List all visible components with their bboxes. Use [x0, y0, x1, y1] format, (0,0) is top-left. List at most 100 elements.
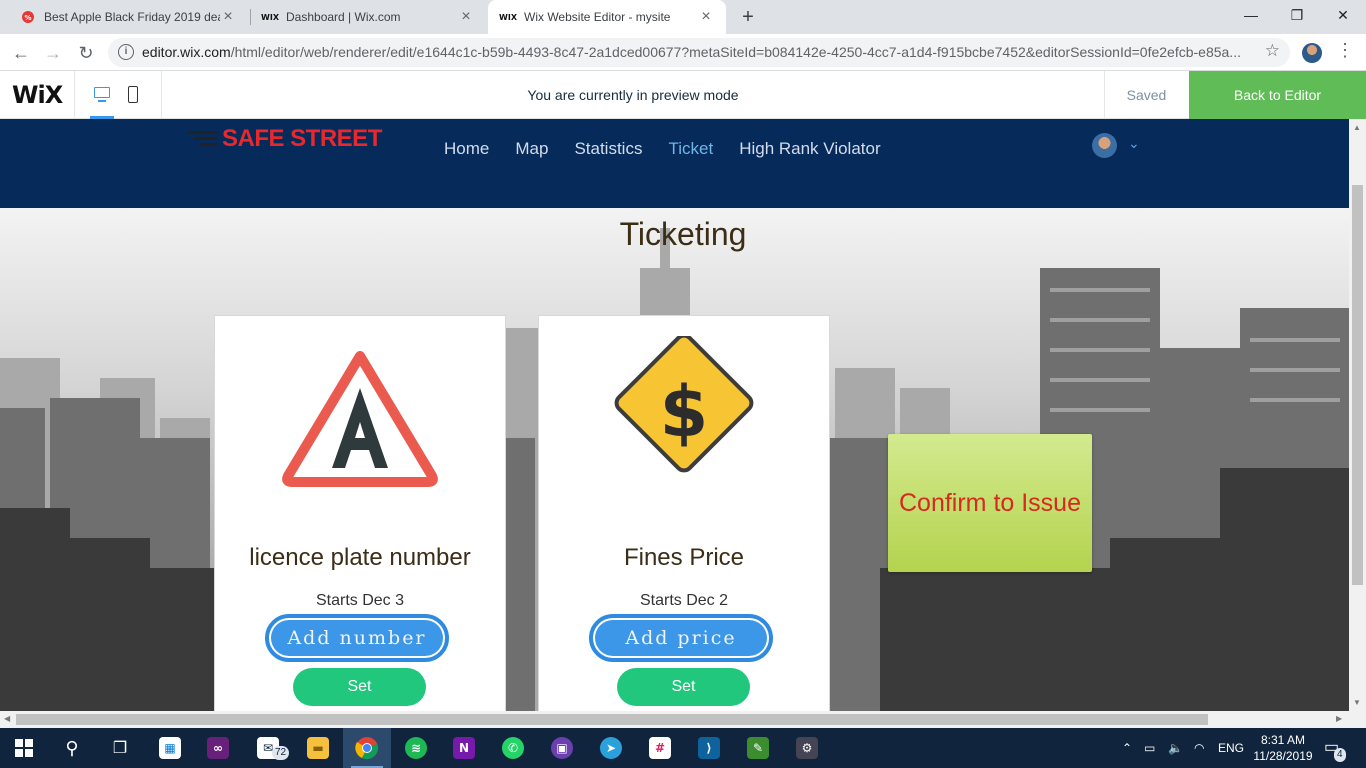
- vscode-icon[interactable]: ⟩: [685, 728, 733, 768]
- scroll-right-icon[interactable]: ▶: [1336, 714, 1342, 723]
- notification-count: 4: [1334, 748, 1346, 762]
- deal-favicon-icon: %: [20, 9, 36, 25]
- member-avatar[interactable]: [1092, 133, 1117, 158]
- show-hidden-icons[interactable]: ⌃: [1122, 728, 1132, 768]
- restore-button[interactable]: ❐: [1274, 0, 1320, 30]
- close-tab-icon[interactable]: ×: [220, 8, 236, 26]
- card-date: Starts Dec 3: [315, 592, 405, 609]
- letter-a-warning-icon: [282, 351, 438, 487]
- dollar-sign-icon: $: [614, 336, 754, 473]
- horizontal-scrollbar[interactable]: ◀ ▶: [0, 711, 1349, 728]
- whatsapp-icon[interactable]: ✆: [489, 728, 537, 768]
- set-button[interactable]: Set: [617, 668, 750, 706]
- wix-favicon-icon: WIX: [261, 12, 279, 22]
- address-bar[interactable]: i editor.wix.com/html/editor/web/rendere…: [108, 38, 1290, 67]
- new-tab-button[interactable]: +: [737, 5, 759, 29]
- wifi-icon[interactable]: ◠: [1194, 728, 1204, 768]
- nav-statistics[interactable]: Statistics: [574, 139, 642, 159]
- tab-title: Dashboard | Wix.com: [286, 10, 401, 24]
- svg-text:$: $: [660, 371, 709, 453]
- url-domain: editor.wix.com: [142, 44, 231, 60]
- url-path: /html/editor/web/renderer/edit/e1644c1c-…: [230, 44, 1241, 60]
- browser-toolbar: ← → ↻ i editor.wix.com/html/editor/web/r…: [0, 34, 1366, 71]
- confirm-to-issue-button[interactable]: Confirm to Issue: [888, 434, 1092, 572]
- browser-tab-editor[interactable]: WIX Wix Website Editor - mysite ×: [488, 0, 726, 34]
- set-button[interactable]: Set: [293, 668, 426, 706]
- windows-start-icon[interactable]: [0, 728, 48, 768]
- site-nav: Home Map Statistics Ticket High Rank Vio…: [444, 139, 907, 159]
- scroll-left-icon[interactable]: ◀: [4, 714, 10, 723]
- ticket-card-fines: $ Fines Price Starts Dec 2 Add price Set: [538, 315, 830, 711]
- system-clock[interactable]: 8:31 AM 11/28/2019: [1248, 732, 1318, 764]
- saved-status: Saved: [1126, 87, 1167, 103]
- chevron-down-icon[interactable]: ⌄: [1128, 135, 1140, 152]
- card-title: Fines Price: [623, 544, 745, 571]
- spotify-icon[interactable]: ≋: [392, 728, 440, 768]
- search-icon[interactable]: ⚲: [48, 728, 96, 768]
- scroll-thumb[interactable]: [16, 714, 1208, 725]
- battery-icon[interactable]: ▭: [1144, 728, 1155, 768]
- scroll-corner: [1349, 711, 1366, 728]
- forward-arrow-icon[interactable]: →: [40, 40, 66, 66]
- speed-lines-icon: [188, 131, 224, 147]
- ticket-card-licence: licence plate number Starts Dec 3 Add nu…: [214, 315, 506, 711]
- app-icon[interactable]: ▣: [538, 728, 586, 768]
- notes-icon[interactable]: ✎: [734, 728, 782, 768]
- add-number-label: Add number: [271, 620, 443, 656]
- site-header: SAFE STREET Home Map Statistics Ticket H…: [0, 119, 1349, 208]
- minimize-button[interactable]: —: [1228, 0, 1274, 30]
- browser-menu-icon[interactable]: ⋮: [1336, 40, 1354, 61]
- back-arrow-icon[interactable]: ←: [8, 40, 34, 66]
- scroll-down-icon[interactable]: ▼: [1353, 698, 1361, 707]
- reload-icon[interactable]: ↻: [73, 40, 99, 66]
- svg-text:%: %: [24, 14, 31, 22]
- card-title: licence plate number: [249, 544, 471, 571]
- nav-home[interactable]: Home: [444, 139, 489, 159]
- close-window-button[interactable]: ✕: [1320, 0, 1366, 30]
- add-price-label: Add price: [595, 620, 767, 656]
- browser-tab-deals[interactable]: % Best Apple Black Friday 2019 dea ×: [8, 0, 248, 34]
- clock-time: 8:31 AM: [1260, 733, 1306, 747]
- slack-icon[interactable]: #: [636, 728, 684, 768]
- visual-studio-icon[interactable]: ∞: [194, 728, 242, 768]
- telegram-icon[interactable]: ➤: [587, 728, 635, 768]
- close-tab-icon[interactable]: ×: [458, 8, 474, 26]
- task-view-icon[interactable]: ❐: [96, 728, 144, 768]
- close-tab-icon[interactable]: ×: [698, 8, 714, 26]
- nav-ticket[interactable]: Ticket: [668, 139, 713, 159]
- card-date: Starts Dec 2: [639, 592, 729, 609]
- wix-preview-bar: WiX You are currently in preview mode Sa…: [0, 71, 1366, 119]
- profile-avatar[interactable]: [1302, 43, 1322, 63]
- info-icon[interactable]: i: [118, 44, 134, 60]
- site-preview: SAFE STREET Home Map Statistics Ticket H…: [0, 119, 1349, 711]
- mail-icon[interactable]: ✉ 72: [244, 728, 292, 768]
- volume-icon[interactable]: 🔈: [1168, 728, 1183, 768]
- file-explorer-icon[interactable]: ▬: [294, 728, 342, 768]
- windows-taskbar: ⚲ ❐ ▦ ∞ ✉ 72 ▬ ≋ N ✆ ▣ ➤ # ⟩ ✎ ⚙ ⌃ ▭ 🔈 ◠…: [0, 728, 1366, 768]
- chrome-icon[interactable]: [343, 728, 391, 768]
- mail-badge: 72: [272, 746, 290, 760]
- store-icon[interactable]: ▦: [146, 728, 194, 768]
- browser-tab-strip: % Best Apple Black Friday 2019 dea × WIX…: [0, 0, 1366, 34]
- browser-tab-dashboard[interactable]: WIX Dashboard | Wix.com ×: [250, 0, 486, 34]
- url-text[interactable]: editor.wix.com/html/editor/web/renderer/…: [142, 38, 1252, 67]
- nav-map[interactable]: Map: [515, 139, 548, 159]
- tab-title: Best Apple Black Friday 2019 dea: [44, 10, 220, 24]
- back-to-editor-button[interactable]: Back to Editor: [1189, 71, 1366, 119]
- vertical-scrollbar[interactable]: ▲ ▼: [1349, 119, 1366, 711]
- add-price-button[interactable]: Add price: [589, 614, 773, 662]
- language-indicator[interactable]: ENG: [1218, 728, 1244, 768]
- clock-date: 11/28/2019: [1253, 749, 1313, 763]
- wix-favicon-icon: WIX: [499, 12, 517, 22]
- onenote-icon[interactable]: N: [440, 728, 488, 768]
- brand-text: SAFE STREET: [222, 125, 382, 152]
- scroll-up-icon[interactable]: ▲: [1353, 123, 1361, 132]
- add-number-button[interactable]: Add number: [265, 614, 449, 662]
- tool-icon[interactable]: ⚙: [783, 728, 831, 768]
- hero-section: Ticketing licence plate number Starts De…: [0, 208, 1349, 711]
- preview-mode-message: You are currently in preview mode: [527, 87, 739, 103]
- page-title: Ticketing: [619, 216, 747, 252]
- bookmark-star-icon[interactable]: ☆: [1265, 41, 1280, 61]
- scroll-thumb[interactable]: [1352, 185, 1363, 585]
- nav-high-rank-violator[interactable]: High Rank Violator: [739, 139, 880, 159]
